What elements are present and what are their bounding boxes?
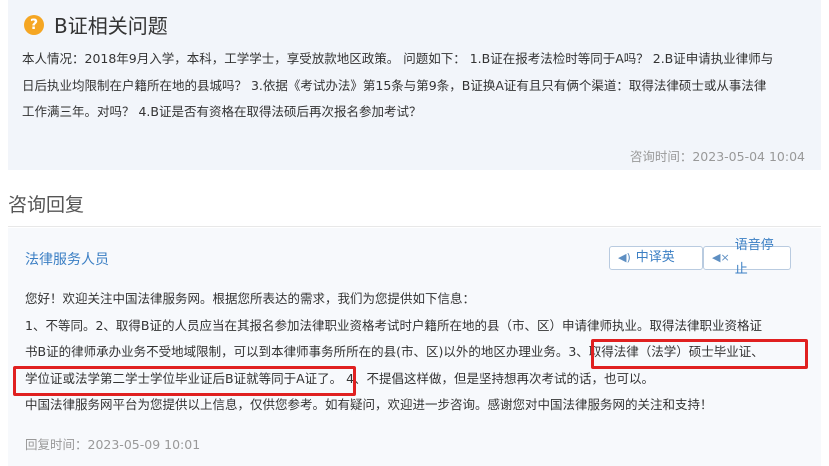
- question-line: 日后执业均限制在户籍所在地的县城吗？ 3.依据《考试办法》第15条与第9条，B证…: [22, 77, 767, 93]
- section-divider: [8, 226, 821, 227]
- highlight-box-1: [591, 339, 808, 369]
- question-line: 本人情况：2018年9月入学，本科，工学学士，享受放款地区政策。 问题如下： 1…: [22, 51, 774, 66]
- speaker-icon: ◀): [618, 251, 631, 264]
- reply-panel: 法律服务人员 ◀) 中译英 ◀× 语音停止 您好！欢迎关注中国法律服务网。根据您…: [8, 228, 821, 466]
- stop-label: 语音停止: [734, 238, 774, 277]
- question-mark-icon: ?: [24, 14, 44, 35]
- mute-icon: ◀×: [712, 251, 730, 264]
- reply-section-title: 咨询回复: [8, 194, 85, 216]
- reply-line: 您好！欢迎关注中国法律服务网。根据您所表达的需求，我们为您提供如下信息：: [25, 291, 476, 306]
- reply-line: 1、不等同。2、取得B证的人员应当在其报名参加法律职业资格考试时户籍所在地的县（…: [25, 317, 762, 333]
- translate-label: 中译英: [635, 250, 675, 265]
- question-panel: ? B证相关问题 本人情况：2018年9月入学，本科，工学学士，享受放款地区政策…: [8, 0, 821, 170]
- stop-voice-button[interactable]: ◀× 语音停止: [703, 238, 791, 277]
- answerer-name[interactable]: 法律服务人员: [25, 249, 109, 269]
- reply-time: 回复时间：2023-05-09 10:01: [25, 437, 201, 452]
- question-header: ? B证相关问题: [24, 10, 168, 39]
- question-title: B证相关问题: [54, 14, 168, 38]
- highlight-box-2: [13, 366, 356, 396]
- question-body: 本人情况：2018年9月入学，本科，工学学士，享受放款地区政策。 问题如下： 1…: [22, 46, 812, 126]
- question-time: 咨询时间：2023-05-04 10:04: [629, 149, 805, 164]
- question-line: 工作满三年。对吗？ 4.B证是否有资格在取得法硕后再次报名参加考试？: [22, 104, 422, 119]
- translate-button[interactable]: ◀) 中译英: [609, 246, 703, 270]
